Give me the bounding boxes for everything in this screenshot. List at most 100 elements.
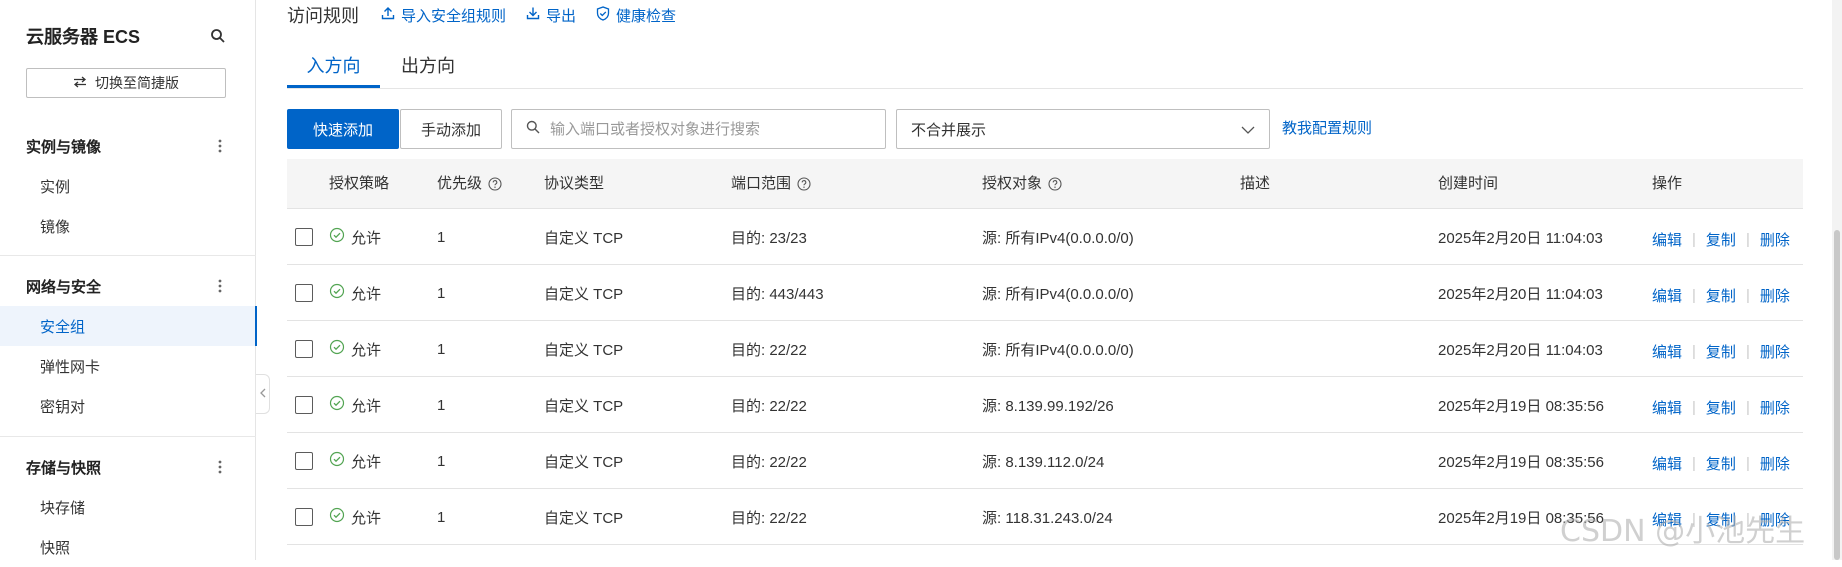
edit-link[interactable]: 编辑: [1652, 341, 1682, 362]
protocol-cell: 自定义 TCP: [544, 453, 624, 471]
created-time-cell: 2025年2月19日 08:35:56: [1438, 397, 1604, 415]
sidebar: 云服务器 ECS 切换至简捷版 实例与镜像 实例 镜像 网络与安全 安全组 弹性…: [0, 0, 257, 560]
sidebar-group-instances: 实例与镜像 实例 镜像: [0, 126, 256, 246]
scrollbar-thumb[interactable]: [1834, 230, 1840, 560]
more-vertical-icon[interactable]: [210, 457, 230, 477]
column-header-port: 端口范围: [731, 159, 811, 209]
priority-cell: 1: [437, 396, 446, 414]
table-header: 授权策略 优先级 协议类型 端口范围 授权对象 描述 创建时间 操作: [287, 159, 1803, 209]
edit-link[interactable]: 编辑: [1652, 397, 1682, 418]
sidebar-header: 云服务器 ECS: [26, 22, 226, 52]
column-header-actions: 操作: [1652, 175, 1683, 192]
delete-link[interactable]: 删除: [1760, 341, 1790, 362]
row-checkbox[interactable]: [295, 452, 313, 470]
health-check-link[interactable]: 健康检查: [596, 5, 676, 26]
created-time-cell: 2025年2月20日 11:04:03: [1438, 229, 1603, 247]
export-link[interactable]: 导出: [526, 5, 576, 26]
sidebar-item-keypair[interactable]: 密钥对: [0, 386, 256, 426]
tab-inbound[interactable]: 入方向: [287, 48, 380, 88]
table-row: 允许 1 自定义 TCP 目的: 22/22 源: 8.139.99.192/2…: [287, 377, 1803, 433]
shield-check-icon: [596, 5, 610, 25]
policy-text: 允许: [351, 509, 382, 527]
check-circle-icon: [329, 395, 345, 415]
column-header-description: 描述: [1240, 175, 1271, 192]
more-vertical-icon[interactable]: [210, 136, 230, 156]
policy-text: 允许: [351, 397, 382, 415]
export-label: 导出: [546, 7, 577, 25]
edit-link[interactable]: 编辑: [1652, 285, 1682, 306]
port-cell: 目的: 22/22: [731, 341, 807, 359]
sidebar-collapse-handle[interactable]: [256, 374, 270, 414]
row-checkbox[interactable]: [295, 508, 313, 526]
search-field[interactable]: [511, 109, 886, 149]
sidebar-group-title[interactable]: 存储与快照: [0, 447, 256, 487]
check-circle-icon: [329, 283, 345, 303]
target-cell: 源: 所有IPv4(0.0.0.0/0): [982, 285, 1134, 303]
merge-display-select[interactable]: 不合并展示: [896, 109, 1270, 149]
rules-table: 授权策略 优先级 协议类型 端口范围 授权对象 描述 创建时间 操作 允许 1 …: [287, 159, 1803, 545]
delete-link[interactable]: 删除: [1760, 229, 1790, 250]
sidebar-group-label: 网络与安全: [26, 278, 102, 296]
manual-add-button[interactable]: 手动添加: [400, 109, 502, 149]
config-help-link[interactable]: 教我配置规则: [1282, 109, 1372, 149]
copy-link[interactable]: 复制: [1706, 341, 1736, 362]
search-icon[interactable]: [210, 28, 226, 44]
sidebar-group-title[interactable]: 网络与安全: [0, 266, 256, 306]
action-separator: |: [1692, 230, 1696, 248]
question-circle-icon[interactable]: [488, 177, 502, 191]
policy-text: 允许: [351, 341, 382, 359]
download-icon: [526, 6, 540, 24]
health-check-label: 健康检查: [616, 7, 677, 25]
upload-icon: [381, 6, 395, 24]
row-checkbox[interactable]: [295, 340, 313, 358]
more-vertical-icon[interactable]: [210, 276, 230, 296]
row-checkbox[interactable]: [295, 228, 313, 246]
delete-link[interactable]: 删除: [1760, 397, 1790, 418]
sidebar-item-security-group[interactable]: 安全组: [0, 306, 257, 346]
protocol-cell: 自定义 TCP: [544, 341, 624, 359]
sidebar-divider: [0, 255, 256, 256]
question-circle-icon[interactable]: [797, 177, 811, 191]
copy-link[interactable]: 复制: [1706, 285, 1736, 306]
row-checkbox[interactable]: [295, 284, 313, 302]
sidebar-item-image[interactable]: 镜像: [0, 206, 256, 246]
sidebar-group-title[interactable]: 实例与镜像: [0, 126, 256, 166]
priority-cell: 1: [437, 284, 446, 302]
copy-link[interactable]: 复制: [1706, 509, 1736, 530]
sidebar-item-instance[interactable]: 实例: [0, 166, 256, 206]
row-checkbox[interactable]: [295, 396, 313, 414]
edit-link[interactable]: 编辑: [1652, 229, 1682, 250]
table-body: 允许 1 自定义 TCP 目的: 23/23 源: 所有IPv4(0.0.0.0…: [287, 209, 1803, 545]
delete-link[interactable]: 删除: [1760, 453, 1790, 474]
edit-link[interactable]: 编辑: [1652, 509, 1682, 530]
question-circle-icon[interactable]: [1048, 177, 1062, 191]
sidebar-item-snapshot[interactable]: 快照: [0, 527, 256, 567]
column-header-protocol: 协议类型: [544, 175, 605, 192]
created-time-cell: 2025年2月20日 11:04:03: [1438, 285, 1603, 303]
sidebar-item-block-storage[interactable]: 块存储: [0, 487, 256, 527]
delete-link[interactable]: 删除: [1760, 285, 1790, 306]
copy-link[interactable]: 复制: [1706, 453, 1736, 474]
switch-simple-mode-button[interactable]: 切换至简捷版: [26, 68, 226, 98]
action-separator: |: [1745, 454, 1750, 472]
column-header-created: 创建时间: [1438, 175, 1499, 192]
sidebar-divider: [0, 436, 256, 437]
action-separator: |: [1745, 286, 1750, 304]
sidebar-item-eni[interactable]: 弹性网卡: [0, 346, 256, 386]
target-cell: 源: 8.139.99.192/26: [982, 397, 1114, 415]
target-cell: 源: 118.31.243.0/24: [982, 509, 1113, 527]
edit-link[interactable]: 编辑: [1652, 453, 1682, 474]
delete-link[interactable]: 删除: [1760, 509, 1790, 530]
page-title: 访问规则: [287, 6, 359, 26]
table-row: 允许 1 自定义 TCP 目的: 22/22 源: 8.139.112.0/24…: [287, 433, 1803, 489]
tab-outbound[interactable]: 出方向: [393, 48, 463, 88]
quick-add-button[interactable]: 快速添加: [287, 109, 399, 149]
priority-cell: 1: [437, 340, 446, 358]
chevron-left-icon: [259, 387, 266, 401]
copy-link[interactable]: 复制: [1706, 397, 1736, 418]
import-rules-link[interactable]: 导入安全组规则: [381, 5, 506, 26]
policy-text: 允许: [351, 285, 382, 303]
search-input[interactable]: [548, 119, 872, 139]
copy-link[interactable]: 复制: [1706, 229, 1736, 250]
column-header-target: 授权对象: [982, 159, 1062, 209]
